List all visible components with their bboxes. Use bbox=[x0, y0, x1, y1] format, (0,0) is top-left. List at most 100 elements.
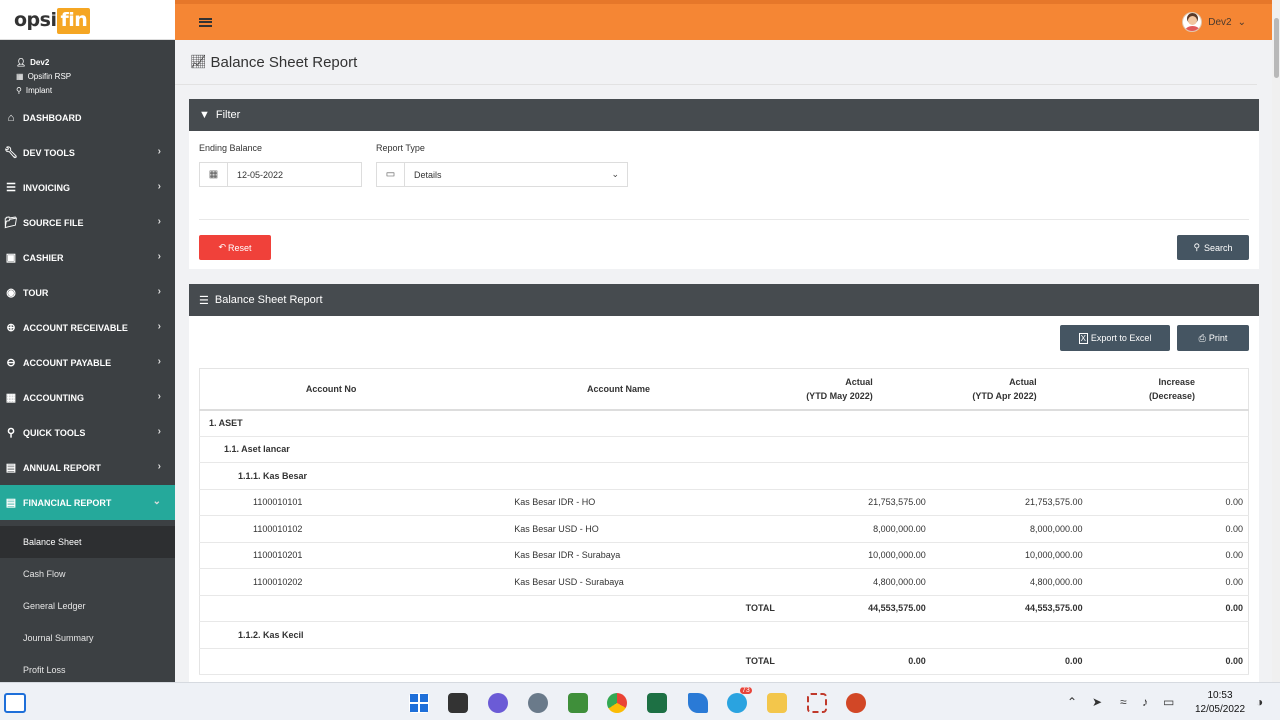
notification-badge: 73 bbox=[740, 687, 752, 694]
chevron-right-icon: › bbox=[157, 251, 161, 262]
col-account-no[interactable]: Account No bbox=[199, 368, 463, 411]
print-button[interactable]: ⎙ Print bbox=[1177, 325, 1249, 351]
sidebar-subitem-balance-sheet[interactable]: Balance Sheet bbox=[0, 526, 175, 558]
sidebar-item-cashier[interactable]: ▣ CASHIER › bbox=[0, 240, 175, 275]
table-row: 1100010102 Kas Besar USD - HO 8,000,000.00… bbox=[199, 515, 1249, 543]
file-explorer-icon[interactable] bbox=[767, 693, 787, 713]
sidebar-subitem-cash-flow[interactable]: Cash Flow bbox=[0, 558, 175, 590]
location-pin-icon: ⚲ bbox=[16, 86, 22, 95]
globe-icon: ◉ bbox=[6, 287, 16, 299]
sidebar-item-dashboard[interactable]: ⌂ DASHBOARD bbox=[0, 100, 175, 135]
scrollbar-thumb[interactable] bbox=[1274, 18, 1279, 78]
actual-apr-cell: 21,753,575.00 bbox=[929, 489, 1087, 516]
table-row: TOTAL 44,553,575.00 44,553,575.00 0.00 bbox=[199, 595, 1249, 622]
telegram-icon[interactable] bbox=[727, 693, 747, 713]
sidebar-item-dev-tools[interactable]: 🔧︎ DEV TOOLS › bbox=[0, 135, 175, 170]
excel-app-icon[interactable] bbox=[647, 693, 667, 713]
group-label: 1.1. Aset lancar bbox=[199, 436, 1249, 463]
ending-balance-input[interactable]: ▦ 12-05-2022 bbox=[199, 162, 362, 187]
search-button[interactable]: ⚲ Search bbox=[1177, 235, 1249, 260]
building-icon: ▦ bbox=[16, 72, 24, 81]
sidebar-item-financial-report[interactable]: ▤ FINANCIAL REPORT ⌄ bbox=[0, 485, 175, 520]
undo-icon: ↶ bbox=[218, 242, 227, 252]
user-menu[interactable]: Dev2 ⌄ bbox=[1182, 12, 1246, 32]
chevron-right-icon: › bbox=[157, 461, 161, 472]
chevron-right-icon: › bbox=[157, 146, 161, 157]
list-icon: ☰ bbox=[6, 182, 16, 194]
total-may-cell: 44,553,575.00 bbox=[774, 595, 930, 622]
location-arrow-icon[interactable]: ➤ bbox=[1092, 695, 1102, 709]
total-label: TOTAL bbox=[462, 595, 775, 622]
sidebar: 👤︎ Dev2 ▦ Opsifin RSP ⚲ Implant ⌂ DASHBOARD… bbox=[0, 40, 175, 682]
wifi-icon[interactable]: ≈ bbox=[1120, 695, 1127, 709]
sidebar-item-account-receivable[interactable]: ⊕ ACCOUNT RECEIVABLE › bbox=[0, 310, 175, 345]
col-increase[interactable]: Increase (Decrease) bbox=[1086, 368, 1249, 411]
minus-circle-icon: ⊖ bbox=[6, 357, 16, 369]
sidebar-item-source-file[interactable]: 📁︎ SOURCE FILE › bbox=[0, 205, 175, 240]
sidebar-item-account-payable[interactable]: ⊖ ACCOUNT PAYABLE › bbox=[0, 345, 175, 380]
share-app-icon[interactable] bbox=[688, 693, 708, 713]
money-icon: ▣ bbox=[5, 252, 17, 264]
battery-icon[interactable]: ▭ bbox=[1163, 695, 1174, 709]
main-content: 📈︎ Balance Sheet Report ▼ Filter Ending … bbox=[175, 40, 1272, 682]
group-label: 1.1.1. Kas Besar bbox=[199, 462, 1249, 490]
report-type-value: Details bbox=[414, 169, 442, 180]
reset-button[interactable]: ↶ Reset bbox=[199, 235, 271, 260]
divider bbox=[199, 219, 1249, 220]
account-no-cell: 1100010202 bbox=[199, 568, 463, 596]
total-apr-cell: 44,553,575.00 bbox=[929, 595, 1087, 622]
user-info-location: Implant bbox=[25, 86, 53, 95]
filter-panel: ▼ Filter Ending Balance ▦ 12-05-2022 Rep… bbox=[189, 99, 1259, 269]
header-bar: Dev2 ⌄ bbox=[175, 0, 1272, 40]
volume-icon[interactable]: ♪ bbox=[1142, 695, 1148, 709]
paint-app-icon[interactable] bbox=[568, 693, 588, 713]
table-row: 1.1.2. Kas Kecil bbox=[199, 621, 1249, 649]
col-actual-may[interactable]: Actual (YTD May 2022) bbox=[774, 368, 930, 411]
page-scrollbar[interactable] bbox=[1272, 0, 1280, 682]
total-may-cell: 0.00 bbox=[774, 648, 930, 675]
sidebar-subitem-journal-summary[interactable]: Journal Summary bbox=[0, 622, 175, 654]
report-type-label: Report Type bbox=[376, 143, 425, 153]
increase-cell: 0.00 bbox=[1086, 489, 1249, 516]
col-account-name[interactable]: Account Name bbox=[462, 368, 775, 411]
sidebar-item-accounting[interactable]: ▦ ACCOUNTING › bbox=[0, 380, 175, 415]
calendar-icon[interactable]: ▦ bbox=[200, 163, 228, 186]
hamburger-menu-icon[interactable] bbox=[199, 17, 212, 27]
chart-icon: 📈︎ bbox=[190, 54, 207, 69]
ending-balance-value: 12-05-2022 bbox=[237, 169, 284, 180]
desktop-icon[interactable] bbox=[4, 693, 26, 713]
search-icon: ⚲ bbox=[1193, 242, 1201, 252]
sidebar-subitem-profit-loss[interactable]: Profit Loss bbox=[0, 654, 175, 682]
total-increase-cell: 0.00 bbox=[1086, 595, 1249, 622]
table-row: TOTAL 0.00 0.00 0.00 bbox=[199, 648, 1249, 675]
sidebar-item-tour[interactable]: ◉ TOUR › bbox=[0, 275, 175, 310]
table-row: 1. ASET bbox=[199, 409, 1249, 437]
logo[interactable]: opsi fin bbox=[0, 0, 175, 40]
actual-may-cell: 4,800,000.00 bbox=[774, 568, 930, 596]
document-icon: ▤ bbox=[5, 462, 17, 474]
settings-gear-icon[interactable] bbox=[528, 693, 548, 713]
task-view-icon[interactable] bbox=[448, 693, 468, 713]
total-increase-cell: 0.00 bbox=[1086, 648, 1249, 675]
empty-cell bbox=[199, 648, 463, 675]
account-no-cell: 1100010101 bbox=[199, 489, 463, 516]
col-actual-apr[interactable]: Actual (YTD Apr 2022) bbox=[929, 368, 1087, 411]
export-excel-button[interactable]: X Export to Excel bbox=[1060, 325, 1170, 351]
table-row: 1100010202 Kas Besar USD - Surabaya 4,800,… bbox=[199, 568, 1249, 596]
sidebar-item-annual-report[interactable]: ▤ ANNUAL REPORT › bbox=[0, 450, 175, 485]
windows-start-icon[interactable] bbox=[409, 693, 429, 713]
report-type-select[interactable]: ▭ Details ⌄ bbox=[376, 162, 628, 187]
actual-apr-cell: 8,000,000.00 bbox=[929, 515, 1087, 543]
clock[interactable]: 10:53 12/05/2022 bbox=[1190, 689, 1250, 717]
sidebar-subitem-general-ledger[interactable]: General Ledger bbox=[0, 590, 175, 622]
user-info: 👤︎ Dev2 ▦ Opsifin RSP ⚲ Implant bbox=[0, 40, 175, 100]
user-icon: 👤︎ bbox=[16, 58, 27, 67]
notifications-icon[interactable]: ◑ bbox=[1256, 695, 1263, 709]
snipping-tool-icon[interactable] bbox=[807, 693, 827, 713]
chevron-up-icon[interactable]: ⌃ bbox=[1067, 695, 1077, 709]
chrome-icon[interactable] bbox=[607, 693, 627, 713]
sidebar-item-invoicing[interactable]: ☰ INVOICING › bbox=[0, 170, 175, 205]
sidebar-item-quick-tools[interactable]: ⚲ QUICK TOOLS › bbox=[0, 415, 175, 450]
powerpoint-icon[interactable] bbox=[846, 693, 866, 713]
chat-icon[interactable] bbox=[488, 693, 508, 713]
